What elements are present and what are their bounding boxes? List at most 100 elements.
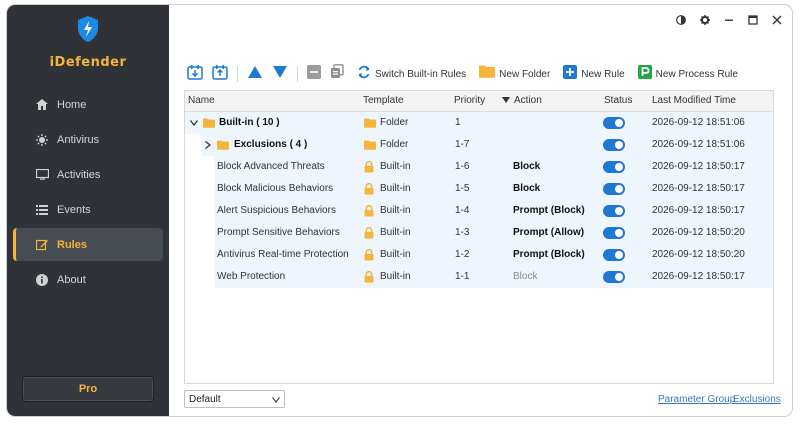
- toggle-switch[interactable]: [603, 139, 625, 151]
- close-icon[interactable]: [767, 13, 787, 27]
- rule-name: Block Advanced Threats: [217, 161, 325, 172]
- table-row[interactable]: Block Malicious Behaviors Built-in 1-5 B…: [185, 178, 773, 200]
- rule-priority: 1-5: [455, 183, 470, 194]
- toggle-switch[interactable]: [603, 227, 625, 239]
- rule-priority: 1-4: [455, 205, 470, 216]
- toolbar-divider: [297, 66, 298, 82]
- sidebar-item-home[interactable]: Home: [13, 88, 163, 121]
- table-row[interactable]: Exclusions ( 4 ) Folder 1-7 2026-09-12 1…: [185, 134, 773, 156]
- collapse-chevron-icon[interactable]: [190, 112, 198, 134]
- rule-modified-time: 2026-09-12 18:50:17: [652, 183, 745, 194]
- column-header-status[interactable]: Status: [604, 91, 632, 111]
- toggle-switch[interactable]: [603, 205, 625, 217]
- rule-name: Prompt Sensitive Behaviors: [217, 227, 340, 238]
- rule-action: Block: [513, 161, 541, 172]
- toggle-switch[interactable]: [603, 117, 625, 129]
- status-toggle[interactable]: [603, 134, 625, 156]
- virus-icon: [35, 133, 49, 146]
- status-toggle[interactable]: [603, 178, 625, 200]
- new-rule-button[interactable]: New Rule: [563, 63, 625, 85]
- toggle-switch[interactable]: [603, 271, 625, 283]
- toggle-switch[interactable]: [603, 161, 625, 173]
- shield-bolt-icon: [76, 15, 100, 43]
- pro-button[interactable]: Pro: [22, 376, 154, 402]
- rule-template: Built-in: [380, 161, 411, 172]
- move-down-button[interactable]: [272, 63, 288, 85]
- table-row[interactable]: Alert Suspicious Behaviors Built-in 1-4 …: [185, 200, 773, 222]
- toggle-switch[interactable]: [603, 249, 625, 261]
- export-button[interactable]: [212, 63, 228, 85]
- rule-name: Built-in ( 10 ): [219, 117, 280, 128]
- table-row[interactable]: Web Protection Built-in 1-1 Block 2026-0…: [185, 266, 773, 288]
- rule-template: Folder: [380, 117, 409, 128]
- sidebar-item-antivirus[interactable]: Antivirus: [13, 123, 163, 156]
- rule-modified-time: 2026-09-12 18:51:06: [652, 117, 745, 128]
- rule-template: Built-in: [380, 271, 411, 282]
- theme-icon[interactable]: [671, 13, 691, 27]
- rule-priority: 1-6: [455, 161, 470, 172]
- move-up-button[interactable]: [247, 63, 263, 85]
- new-folder-button[interactable]: New Folder: [479, 63, 550, 85]
- new-process-rule-button[interactable]: New Process Rule: [637, 63, 738, 85]
- toggle-switch[interactable]: [603, 183, 625, 195]
- rule-name: Antivirus Real-time Protection: [217, 249, 349, 260]
- export-icon: [212, 64, 228, 85]
- toolbar-divider: [237, 66, 238, 82]
- parameter-group-select[interactable]: Default: [184, 390, 285, 408]
- sidebar-item-label: Events: [57, 203, 91, 216]
- parameter-group-link[interactable]: Parameter Group: [658, 394, 735, 405]
- rule-template: Built-in: [380, 183, 411, 194]
- rule-template: Built-in: [380, 205, 411, 216]
- import-button[interactable]: [187, 63, 203, 85]
- column-header-action-label: Action: [514, 95, 542, 106]
- lock-icon: [364, 266, 374, 288]
- new-process-rule-label: New Process Rule: [655, 68, 738, 80]
- table-row[interactable]: Built-in ( 10 ) Folder 1 2026-09-12 18:5…: [185, 112, 773, 134]
- status-toggle[interactable]: [603, 200, 625, 222]
- list-icon: [35, 204, 49, 215]
- switch-builtin-rules-button[interactable]: Switch Built-in Rules: [357, 63, 466, 85]
- column-header-modified[interactable]: Last Modified Time: [652, 91, 736, 111]
- settings-icon[interactable]: [695, 13, 715, 27]
- rule-action: Prompt (Block): [513, 249, 585, 260]
- maximize-icon[interactable]: [743, 13, 763, 27]
- sidebar-item-label: About: [57, 273, 86, 286]
- column-header-name[interactable]: Name: [188, 91, 215, 111]
- sidebar-item-label: Activities: [57, 168, 101, 181]
- status-toggle[interactable]: [603, 222, 625, 244]
- column-header-priority[interactable]: Priority: [454, 91, 485, 111]
- sidebar-item-rules[interactable]: Rules: [13, 228, 163, 261]
- folder-icon: [364, 134, 376, 156]
- status-toggle[interactable]: [603, 112, 625, 134]
- sidebar-item-about[interactable]: About: [13, 263, 163, 296]
- rule-action: Prompt (Allow): [513, 227, 585, 238]
- parameter-group-select-value: Default: [189, 393, 221, 405]
- sidebar-item-label: Antivirus: [57, 133, 100, 146]
- copy-button[interactable]: [330, 63, 344, 85]
- rule-priority: 1-1: [455, 271, 470, 282]
- folder-icon: [203, 112, 215, 134]
- sidebar-item-events[interactable]: Events: [13, 193, 163, 226]
- table-row[interactable]: Antivirus Real-time Protection Built-in …: [185, 244, 773, 266]
- column-header-template[interactable]: Template: [363, 91, 404, 111]
- plus-icon: [563, 64, 578, 84]
- status-toggle[interactable]: [603, 156, 625, 178]
- sidebar-nav: Home Antivirus Activities Events Rules A…: [13, 88, 163, 298]
- table-row[interactable]: Block Advanced Threats Built-in 1-6 Bloc…: [185, 156, 773, 178]
- status-toggle[interactable]: [603, 266, 625, 288]
- rule-priority: 1: [455, 117, 461, 128]
- remove-icon: [307, 64, 321, 84]
- info-icon: [35, 273, 49, 286]
- sidebar-item-activities[interactable]: Activities: [13, 158, 163, 191]
- app-name: iDefender: [49, 55, 127, 70]
- column-header-action[interactable]: Action: [502, 91, 542, 111]
- status-toggle[interactable]: [603, 244, 625, 266]
- delete-button[interactable]: [307, 63, 321, 85]
- exclusions-link[interactable]: Exclusions: [733, 394, 781, 405]
- table-row[interactable]: Prompt Sensitive Behaviors Built-in 1-3 …: [185, 222, 773, 244]
- expand-chevron-icon[interactable]: [205, 134, 211, 156]
- minimize-icon[interactable]: [719, 13, 739, 27]
- switch-icon: [357, 65, 371, 84]
- process-rule-icon: [637, 64, 652, 84]
- rule-name: Web Protection: [217, 271, 286, 282]
